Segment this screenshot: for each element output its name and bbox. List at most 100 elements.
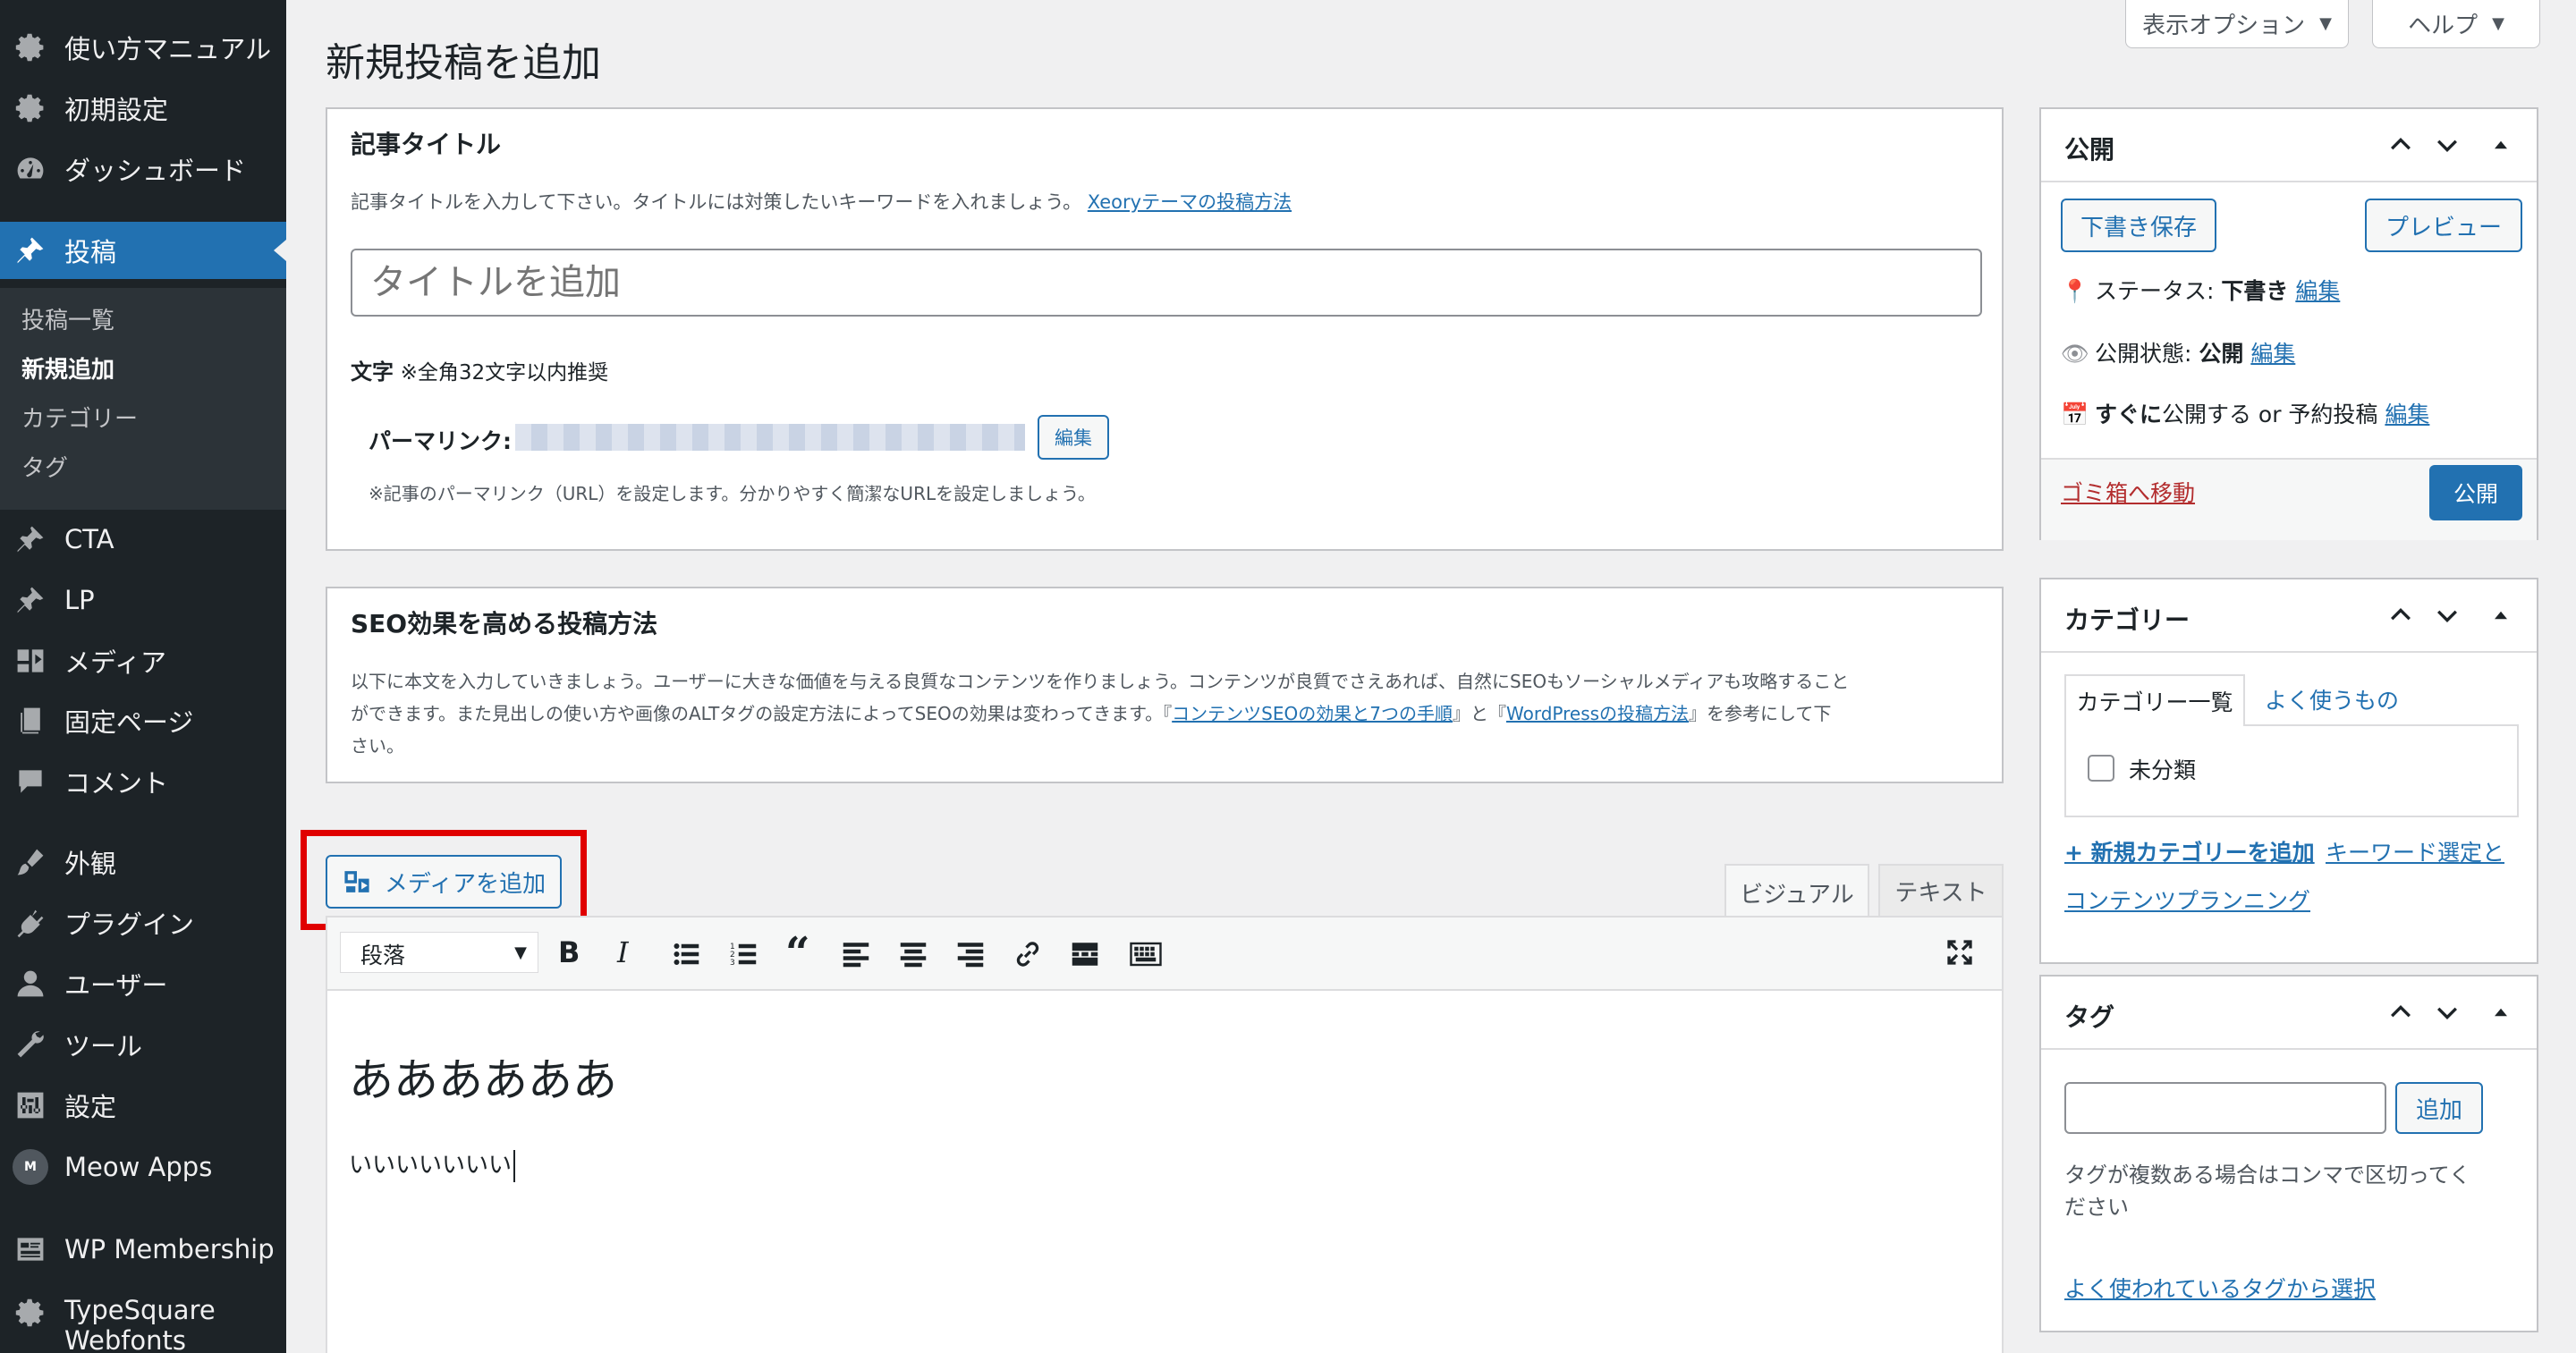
submenu-item-tags[interactable]: タグ (21, 450, 68, 483)
add-new-category-link[interactable]: + 新規カテゴリーを追加 (2064, 835, 2315, 867)
xeory-post-guide-link[interactable]: Xeoryテーマの投稿方法 (1088, 191, 1292, 213)
schedule-row: 📅 すぐに公開する or 予約投稿 編集 (2061, 397, 2429, 429)
menu-item-users[interactable]: ユーザー (0, 958, 286, 1010)
keyword-planning-link-line1[interactable]: キーワード選定と (2326, 835, 2504, 867)
tab-text[interactable]: テキスト (1878, 864, 2004, 916)
align-center-icon[interactable] (900, 941, 927, 968)
add-tag-button[interactable]: 追加 (2395, 1082, 2483, 1134)
menu-item-media[interactable]: メディア (0, 635, 286, 687)
submenu-item-add-new[interactable]: 新規追加 (21, 351, 114, 385)
caret-down-icon: ▼ (2319, 14, 2332, 33)
brush-icon (14, 846, 47, 878)
tag-input[interactable] (2064, 1082, 2386, 1134)
seo-text-part: 』と『 (1452, 703, 1506, 724)
link-icon[interactable] (1014, 941, 1041, 968)
move-up-icon[interactable] (2388, 132, 2413, 157)
collapse-toggle-icon[interactable] (2488, 1000, 2513, 1025)
tab-most-used[interactable]: よく使うもの (2265, 683, 2399, 715)
move-up-icon[interactable] (2388, 1000, 2413, 1025)
editor-heading-text[interactable]: ああああああ (349, 1044, 617, 1109)
editor-toolbar: 段落 ▼ B I 123 “ (327, 918, 2002, 991)
menu-item-manual[interactable]: 使い方マニュアル (0, 21, 286, 73)
menu-label: ユーザー (64, 970, 168, 1001)
tab-visual[interactable]: ビジュアル (1724, 864, 1869, 919)
editor-body-text[interactable]: いいいいいいい (349, 1146, 516, 1182)
keyword-planning-link-line2[interactable]: コンテンツプランニング (2064, 884, 2310, 916)
visibility-value: 公開 (2199, 341, 2244, 367)
wordpress-post-guide-link[interactable]: WordPressの投稿方法 (1506, 703, 1689, 724)
align-left-icon[interactable] (843, 941, 869, 968)
schedule-edit-link[interactable]: 編集 (2385, 402, 2429, 427)
help-button[interactable]: ヘルプ ▼ (2372, 0, 2540, 48)
visibility-edit-link[interactable]: 編集 (2250, 341, 2295, 367)
menu-item-pages[interactable]: 固定ページ (0, 695, 286, 747)
description-text: 記事タイトルを入力して下さい。タイトルには対策したいキーワードを入れましょう。 (351, 191, 1082, 213)
page-title: 新規投稿を追加 (326, 40, 601, 86)
permalink-edit-button[interactable]: 編集 (1038, 415, 1109, 460)
pin-status-icon: 📍 (2061, 278, 2089, 304)
read-more-icon[interactable] (1072, 941, 1098, 968)
pin-icon (14, 584, 47, 616)
menu-label: 外観 (64, 849, 117, 879)
permalink-label: パーマリンク: (369, 428, 512, 454)
move-down-icon[interactable] (2435, 603, 2460, 628)
menu-item-tools[interactable]: ツール (0, 1019, 286, 1070)
visibility-row: 👁 公開状態: 公開 編集 (2061, 336, 2295, 368)
status-edit-link[interactable]: 編集 (2295, 278, 2340, 304)
eye-icon: 👁 (2061, 341, 2089, 367)
toolbar-toggle-icon[interactable] (1129, 941, 1163, 968)
menu-item-appearance[interactable]: 外観 (0, 836, 286, 888)
collapse-toggle-icon[interactable] (2488, 603, 2513, 628)
menu-label: CTA (64, 524, 114, 554)
menu-item-dashboard[interactable]: ダッシュボード (0, 143, 286, 195)
post-title-input[interactable] (351, 249, 1982, 317)
menu-label-line1: TypeSquare (64, 1295, 216, 1325)
menu-item-posts[interactable]: 投稿 (0, 222, 286, 279)
bold-icon[interactable]: B (558, 935, 580, 969)
settings-sliders-icon (14, 1089, 47, 1121)
numbered-list-icon[interactable]: 123 (730, 941, 757, 968)
preview-button[interactable]: プレビュー (2365, 199, 2522, 252)
content-seo-link[interactable]: コンテンツSEOの効果と7つの手順 (1172, 703, 1453, 724)
blockquote-icon[interactable]: “ (785, 928, 810, 978)
publish-heading: 公開 (2064, 135, 2115, 165)
italic-icon[interactable]: I (617, 935, 629, 969)
submenu-item-categories[interactable]: カテゴリー (21, 401, 138, 434)
save-draft-button[interactable]: 下書き保存 (2061, 199, 2216, 252)
category-metabox: カテゴリー カテゴリー一覧 よく使うもの 未分類 + 新規カテゴリーを追加 キー… (2039, 578, 2538, 964)
menu-item-wp-membership[interactable]: WP Membership (0, 1223, 286, 1275)
tab-all-categories[interactable]: カテゴリー一覧 (2064, 674, 2245, 726)
fullscreen-icon[interactable] (1946, 939, 1973, 966)
wrench-icon (14, 1028, 47, 1061)
move-to-trash-link[interactable]: ゴミ箱へ移動 (2061, 476, 2195, 508)
align-right-icon[interactable] (957, 941, 984, 968)
menu-item-initial-settings[interactable]: 初期設定 (0, 82, 286, 134)
bulleted-list-icon[interactable] (673, 941, 699, 968)
choose-popular-tags-link[interactable]: よく使われているタグから選択 (2064, 1272, 2376, 1304)
gear-icon (14, 92, 47, 124)
submenu-item-all-posts[interactable]: 投稿一覧 (21, 302, 114, 335)
seo-text-line1: 以下に本文を入力していきましょう。ユーザーに大きな価値を与える良質なコンテンツを… (351, 671, 1850, 692)
screen-options-button[interactable]: 表示オプション ▼ (2125, 0, 2349, 48)
menu-item-plugins[interactable]: プラグイン (0, 897, 286, 949)
menu-item-comments[interactable]: コメント (0, 756, 286, 808)
add-media-button[interactable]: メディアを追加 (326, 855, 562, 909)
menu-item-meow-apps[interactable]: M Meow Apps (0, 1141, 286, 1193)
format-select[interactable]: 段落 ▼ (340, 932, 538, 973)
editor-container: 段落 ▼ B I 123 “ ああああああ いいいいいいい (326, 916, 2004, 1353)
menu-label: 固定ページ (64, 707, 194, 738)
move-down-icon[interactable] (2435, 1000, 2460, 1025)
pin-icon (14, 523, 47, 555)
membership-icon (14, 1233, 47, 1265)
permalink-note: ※記事のパーマリンク（URL）を設定します。分かりやすく簡潔なURLを設定しまし… (369, 483, 1096, 504)
menu-item-settings[interactable]: 設定 (0, 1079, 286, 1131)
caret-down-icon: ▼ (514, 943, 527, 962)
menu-item-typesquare[interactable]: TypeSquare Webfonts (0, 1286, 286, 1353)
category-checkbox[interactable] (2088, 755, 2114, 782)
move-up-icon[interactable] (2388, 603, 2413, 628)
menu-item-lp[interactable]: LP (0, 574, 286, 626)
publish-button[interactable]: 公開 (2429, 465, 2522, 520)
collapse-toggle-icon[interactable] (2488, 132, 2513, 157)
move-down-icon[interactable] (2435, 132, 2460, 157)
menu-item-cta[interactable]: CTA (0, 513, 286, 565)
